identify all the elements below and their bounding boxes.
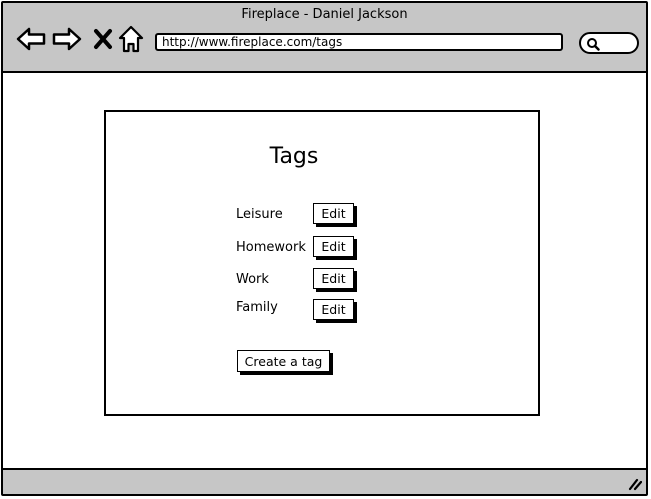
edit-family-button[interactable]: Edit xyxy=(313,299,354,320)
address-bar[interactable]: http://www.fireplace.com/tags xyxy=(155,33,563,51)
back-arrow-icon xyxy=(16,27,46,51)
forward-button[interactable] xyxy=(51,23,83,55)
forward-arrow-icon xyxy=(52,27,82,51)
browser-toolbar: Fireplace - Daniel Jackson http://www.fi… xyxy=(3,3,646,73)
status-bar xyxy=(3,468,646,494)
tag-label-homework: Homework xyxy=(236,240,306,255)
resize-grip-icon[interactable] xyxy=(626,475,642,491)
page-title: Tags xyxy=(269,144,319,169)
tag-label-leisure: Leisure xyxy=(236,207,283,222)
tags-panel: Tags Leisure Edit Homework Edit Work Edi… xyxy=(104,110,540,416)
home-icon xyxy=(118,25,144,53)
edit-leisure-button[interactable]: Edit xyxy=(313,203,354,224)
tag-label-family: Family xyxy=(236,300,278,315)
search-field[interactable] xyxy=(579,32,639,54)
search-icon xyxy=(587,38,600,51)
page-content: Tags Leisure Edit Homework Edit Work Edi… xyxy=(3,73,646,470)
edit-homework-button[interactable]: Edit xyxy=(313,236,354,257)
home-button[interactable] xyxy=(115,23,147,55)
tag-label-work: Work xyxy=(236,272,269,287)
window-title: Fireplace - Daniel Jackson xyxy=(241,7,408,22)
browser-window: Fireplace - Daniel Jackson http://www.fi… xyxy=(1,1,648,496)
close-icon xyxy=(94,29,112,49)
edit-work-button[interactable]: Edit xyxy=(313,268,354,289)
create-tag-button[interactable]: Create a tag xyxy=(237,350,330,372)
back-button[interactable] xyxy=(15,23,47,55)
